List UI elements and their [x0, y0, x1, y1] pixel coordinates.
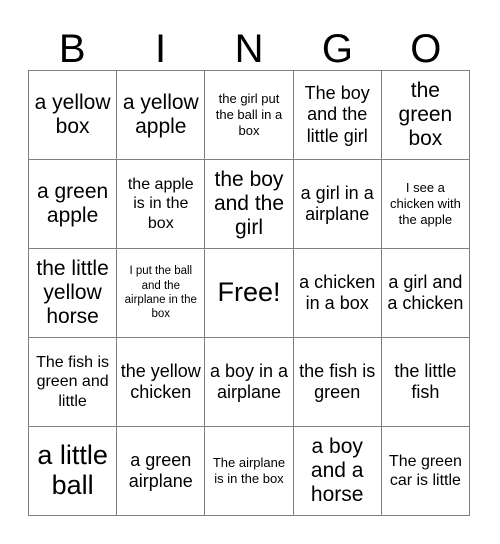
- bingo-cell-text: a green apple: [36, 180, 109, 227]
- bingo-cell[interactable]: a little ball: [29, 427, 118, 516]
- bingo-cell[interactable]: the apple is in the box: [117, 160, 206, 249]
- bingo-header-letter-o: O: [410, 27, 442, 71]
- bingo-free-cell[interactable]: Free!: [205, 249, 294, 338]
- bingo-cell[interactable]: the girl put the ball in a box: [205, 71, 294, 160]
- bingo-cell-text: the little fish: [394, 360, 457, 402]
- bingo-cell-text: the green box: [398, 79, 453, 150]
- bingo-cell-text: the girl put the ball in a box: [215, 91, 283, 138]
- bingo-cell-text: a green airplane: [128, 449, 193, 491]
- bingo-header-letter-n: N: [234, 27, 264, 71]
- bingo-cell[interactable]: the little yellow horse: [29, 249, 118, 338]
- bingo-cell[interactable]: a chicken in a box: [293, 249, 382, 338]
- bingo-cell[interactable]: The boy and the little girl: [293, 71, 382, 160]
- bingo-cell-text: the fish is green: [299, 360, 376, 402]
- bingo-cell-text: the little yellow horse: [36, 257, 109, 328]
- bingo-cell-text: a little ball: [37, 440, 108, 500]
- bingo-cell-text: The green car is little: [388, 452, 462, 489]
- bingo-cell[interactable]: a yellow box: [29, 71, 118, 160]
- bingo-cell-text: a boy and a horse: [310, 435, 364, 506]
- bingo-cell-text: a yellow box: [34, 91, 111, 138]
- bingo-cell[interactable]: a green airplane: [117, 427, 206, 516]
- bingo-cell-text: I see a chicken with the apple: [389, 180, 461, 227]
- bingo-cell[interactable]: a girl and a chicken: [381, 249, 470, 338]
- bingo-cell[interactable]: the fish is green: [293, 338, 382, 427]
- bingo-cell[interactable]: I put the ball and the airplane in the b…: [117, 249, 206, 338]
- bingo-cell[interactable]: The green car is little: [381, 427, 470, 516]
- bingo-cell[interactable]: the yellow chicken: [117, 338, 206, 427]
- bingo-cell-text: a yellow apple: [122, 91, 199, 138]
- bingo-cell-text: a chicken in a box: [299, 271, 376, 313]
- bingo-cell[interactable]: I see a chicken with the apple: [381, 160, 470, 249]
- bingo-cell-text: The fish is green and little: [36, 354, 110, 410]
- bingo-cell-text: a girl and a chicken: [387, 271, 464, 313]
- bingo-cell[interactable]: a yellow apple: [117, 71, 206, 160]
- bingo-cell-text: The boy and the little girl: [304, 83, 370, 146]
- bingo-header-letter-b: B: [58, 27, 86, 71]
- bingo-cell-text: a girl in a airplane: [300, 182, 374, 224]
- bingo-cell[interactable]: a boy and a horse: [293, 427, 382, 516]
- bingo-header-letter-i: I: [155, 27, 167, 71]
- bingo-cell-text: the boy and the girl: [213, 168, 285, 239]
- bingo-card: B I N G O a yellow box a yellow apple the …: [0, 0, 500, 544]
- bingo-header-row: B I N G O: [28, 18, 470, 70]
- bingo-cell[interactable]: a green apple: [29, 160, 118, 249]
- bingo-cell-text: the apple is in the box: [127, 176, 194, 232]
- bingo-cell[interactable]: the boy and the girl: [205, 160, 294, 249]
- bingo-cell[interactable]: a girl in a airplane: [293, 160, 382, 249]
- bingo-cell[interactable]: the green box: [381, 71, 470, 160]
- bingo-cell[interactable]: The fish is green and little: [29, 338, 118, 427]
- bingo-cell[interactable]: the little fish: [381, 338, 470, 427]
- bingo-cell[interactable]: The airplane is in the box: [205, 427, 294, 516]
- bingo-cell-text: a boy in a airplane: [209, 360, 289, 402]
- bingo-cell-text: The airplane is in the box: [212, 455, 286, 486]
- bingo-cell-text: I put the ball and the airplane in the b…: [124, 265, 197, 321]
- bingo-cell-text: the yellow chicken: [120, 360, 201, 402]
- bingo-cell-text: Free!: [217, 277, 281, 308]
- bingo-cell[interactable]: a boy in a airplane: [205, 338, 294, 427]
- bingo-grid: a yellow box a yellow apple the girl put t…: [28, 70, 470, 516]
- bingo-header-letter-g: G: [321, 27, 353, 71]
